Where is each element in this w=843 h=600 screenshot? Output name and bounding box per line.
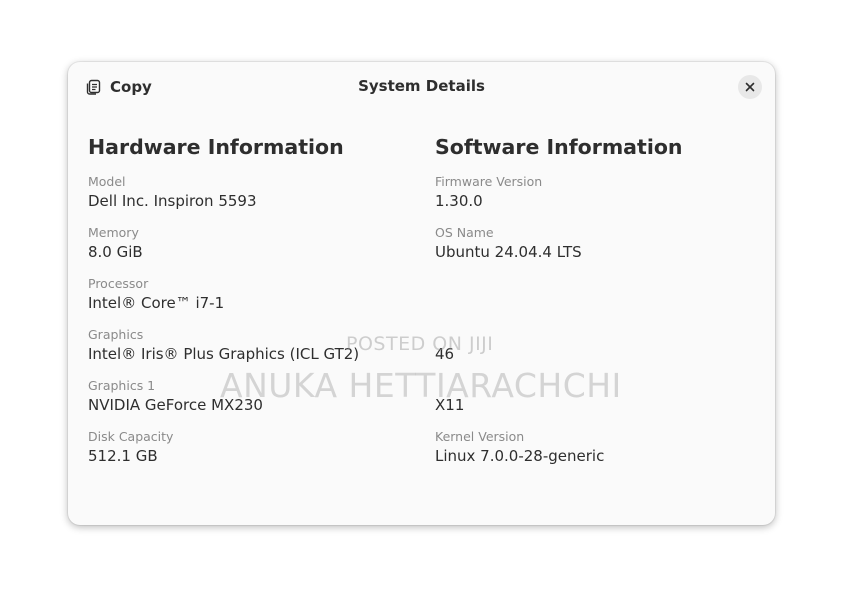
field-value: Intel® Core™ i7-1	[88, 294, 225, 312]
close-button[interactable]	[738, 75, 762, 99]
watermark-posted-on: POSTED ON JIJI	[346, 333, 494, 355]
field-value: 8.0 GiB	[88, 243, 143, 261]
software-field-kernel-version: Kernel Version Linux 7.0.0-28-generic	[435, 428, 755, 479]
software-section: Software Information Firmware Version 1.…	[435, 132, 755, 479]
field-label: Model	[88, 174, 126, 189]
field-value: Ubuntu 24.04.4 LTS	[435, 243, 582, 261]
hardware-heading: Hardware Information	[88, 135, 344, 159]
hardware-field-model: Model Dell Inc. Inspiron 5593	[88, 173, 418, 224]
field-label: Memory	[88, 225, 139, 240]
field-label: OS Name	[435, 225, 494, 240]
dialog-header: Copy System Details	[68, 62, 775, 112]
dialog-title: System Details	[358, 77, 485, 95]
field-label: Processor	[88, 276, 149, 291]
software-field-firmware-version: Firmware Version 1.30.0	[435, 173, 755, 224]
field-value	[435, 293, 755, 313]
field-label: Disk Capacity	[88, 429, 174, 444]
field-value: Linux 7.0.0-28-generic	[435, 447, 605, 465]
field-value: 512.1 GB	[88, 447, 158, 465]
software-heading: Software Information	[435, 135, 683, 159]
hardware-field-processor: Processor Intel® Core™ i7-1	[88, 275, 418, 326]
software-field-os-name: OS Name Ubuntu 24.04.4 LTS	[435, 224, 755, 275]
hardware-section: Hardware Information Model Dell Inc. Ins…	[88, 132, 418, 479]
field-label: Firmware Version	[435, 174, 543, 189]
field-label: Kernel Version	[435, 429, 525, 444]
field-value: 1.30.0	[435, 192, 483, 210]
field-label	[435, 275, 755, 293]
field-value: Dell Inc. Inspiron 5593	[88, 192, 257, 210]
hardware-field-disk-capacity: Disk Capacity 512.1 GB	[88, 428, 418, 479]
software-field-os-type	[435, 275, 755, 326]
hardware-field-memory: Memory 8.0 GiB	[88, 224, 418, 275]
system-details-dialog: Copy System Details Hardware Information…	[68, 62, 775, 525]
watermark-author: ANUKA HETTIARACHCHI	[220, 366, 622, 405]
close-icon	[745, 82, 755, 92]
